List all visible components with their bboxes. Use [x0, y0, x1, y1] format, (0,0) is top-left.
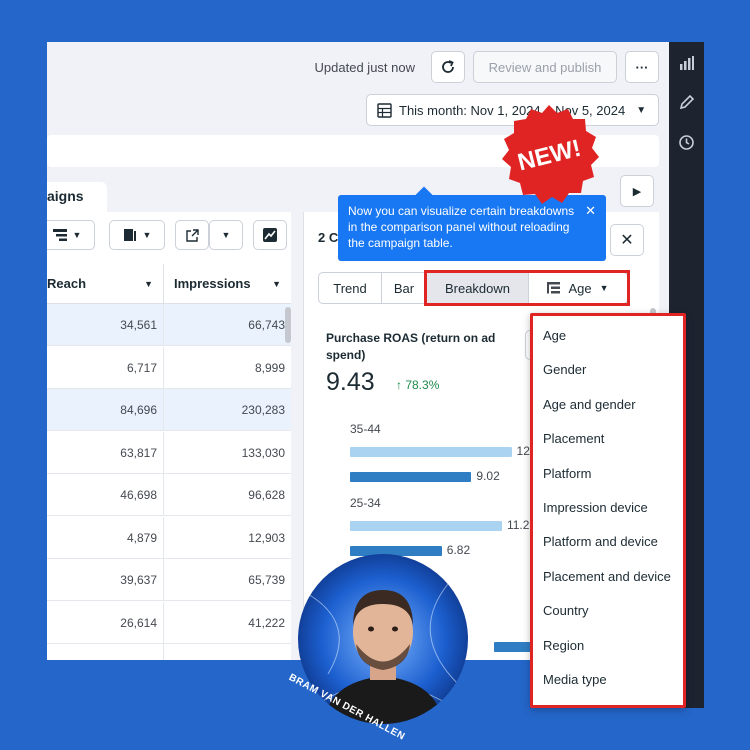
table-row[interactable]: 34,561 66,743: [47, 304, 291, 346]
charts-button[interactable]: [253, 220, 287, 250]
caret-right-icon: ▶: [632, 185, 642, 198]
tab-campaigns[interactable]: aigns: [47, 182, 107, 212]
breakdown-select[interactable]: Age ▼: [528, 272, 628, 304]
table-toolbar: ▼ ▼ ▼: [47, 220, 291, 254]
cell-reach: 84,696: [120, 403, 157, 417]
review-publish-button[interactable]: Review and publish: [473, 51, 617, 83]
close-icon: ✕: [620, 232, 634, 249]
table-row[interactable]: 4,879 12,903: [47, 516, 291, 559]
comparison-count: 2 C: [318, 230, 339, 245]
cell-impressions: 41,222: [163, 601, 291, 644]
chevron-down-icon: ▼: [599, 283, 609, 293]
update-status: Updated just now: [314, 60, 415, 75]
columns-icon: [52, 229, 67, 241]
dropdown-option[interactable]: Platform and device: [543, 534, 658, 549]
dropdown-option[interactable]: Gender: [543, 362, 586, 377]
breakdown-dropdown-menu: Age Gender Age and gender Placement Platform…: [530, 313, 686, 708]
next-arrow-button[interactable]: ▶: [620, 175, 654, 207]
chart-bar: [350, 447, 512, 457]
dropdown-option[interactable]: Age: [543, 328, 566, 343]
cell-reach: 46,698: [120, 488, 157, 502]
table-row[interactable]: 6,717 8,999: [47, 346, 291, 389]
new-badge: NEW!: [502, 105, 599, 204]
dropdown-option[interactable]: Platform: [543, 466, 591, 481]
cell-impressions: 66,743: [163, 304, 291, 346]
col-label-reach: Reach: [47, 276, 87, 291]
metric-title: Purchase ROAS (return on ad spend): [326, 331, 496, 362]
tooltip-text: Now you can visualize certain breakdowns…: [348, 204, 575, 250]
chart-group-label: 35-44: [350, 422, 381, 436]
chevron-down-icon: ▼: [221, 230, 231, 240]
export-button[interactable]: [175, 220, 209, 250]
view-trend-button[interactable]: Trend: [318, 272, 382, 304]
refresh-icon: [442, 60, 454, 73]
campaign-table: ▼ ▼ ▼ Reach ▼ Impressions ▼ 34,561 66,743…: [47, 212, 291, 660]
chevron-down-icon: ▼: [636, 104, 647, 116]
refresh-button[interactable]: [431, 51, 465, 83]
dropdown-option[interactable]: Age and gender: [543, 397, 636, 412]
table-row[interactable]: 26,614 41,222: [47, 601, 291, 644]
col-label-impressions: Impressions: [174, 276, 251, 291]
view-breakdown-button[interactable]: Breakdown: [426, 272, 529, 304]
chevron-down-icon: ▼: [144, 278, 153, 289]
calendar-table-icon: [377, 102, 392, 118]
cell-reach: 63,817: [120, 445, 157, 460]
cell-reach: 9,851: [47, 644, 163, 660]
table-row[interactable]: 9,85113,074: [47, 644, 291, 660]
cell-impressions: 8,999: [163, 346, 291, 389]
cell-impressions: 65,739: [163, 559, 291, 601]
table-row[interactable]: 39,637 65,739: [47, 559, 291, 601]
dropdown-option[interactable]: Region: [543, 638, 584, 653]
breakdown-select-value: Age: [568, 280, 592, 296]
table-row[interactable]: 84,696 230,283: [47, 389, 291, 431]
col-header-impressions[interactable]: Impressions ▼: [163, 264, 291, 304]
cell-impressions: 12,903: [163, 516, 291, 559]
chart-bar: [350, 521, 502, 531]
columns-button[interactable]: ▼: [47, 220, 95, 250]
breakdown-icon: [547, 282, 561, 294]
metric-delta: ↑ 78.3%: [396, 378, 440, 392]
cell-reach: 26,614: [120, 615, 157, 630]
metric-value: 9.43: [326, 368, 375, 396]
chart-group-label: 25-34: [350, 496, 381, 510]
cell-reach: 4,879: [126, 530, 157, 545]
cell-impressions: 96,628: [163, 474, 291, 516]
cell-impressions: 230,283: [163, 389, 291, 431]
book-icon: [123, 229, 136, 241]
table-row[interactable]: 63,817 133,030: [47, 431, 291, 474]
export-dropdown-button[interactable]: ▼: [209, 220, 243, 250]
col-header-reach[interactable]: Reach ▼: [47, 264, 163, 304]
chevron-down-icon: ▼: [272, 278, 281, 289]
cell-impressions: 13,074: [163, 644, 291, 660]
trend-chart-icon: [263, 228, 277, 242]
cell-reach: 6,717: [126, 360, 157, 375]
close-panel-button[interactable]: ✕: [610, 224, 644, 256]
cell-impressions: 133,030: [163, 431, 291, 474]
chevron-down-icon: ▼: [72, 230, 82, 240]
view-bar-button[interactable]: Bar: [381, 272, 427, 304]
dropdown-option[interactable]: Impression device: [543, 500, 648, 515]
cell-reach: 34,561: [120, 318, 157, 332]
reports-button[interactable]: ▼: [109, 220, 165, 250]
pencil-icon[interactable]: [678, 94, 695, 111]
table-scrollbar[interactable]: [285, 307, 291, 343]
chart-icon[interactable]: [678, 55, 695, 72]
dropdown-option[interactable]: Placement: [543, 431, 604, 446]
dropdown-option[interactable]: Media type: [543, 672, 607, 687]
dropdown-option[interactable]: Placement and device: [543, 569, 671, 584]
chart-data-label: 9.02: [476, 469, 500, 483]
chevron-down-icon: ▼: [142, 230, 152, 240]
export-icon: [185, 228, 199, 242]
chart-data-label: 6.82: [446, 543, 471, 557]
dropdown-option[interactable]: Country: [543, 603, 589, 618]
more-options-button[interactable]: ···: [625, 51, 659, 83]
table-row[interactable]: 46,698 96,628: [47, 474, 291, 516]
chart-bar: [350, 472, 472, 482]
cell-reach: 39,637: [120, 573, 157, 587]
clock-icon[interactable]: [678, 134, 695, 151]
